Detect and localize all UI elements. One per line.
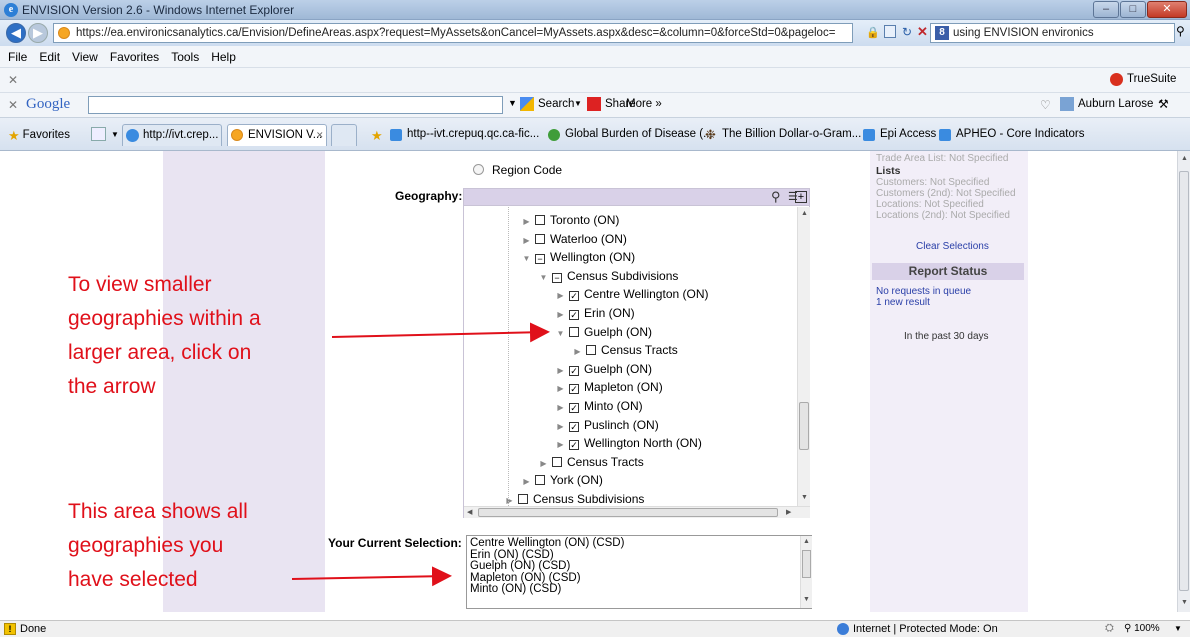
ie-icon: e xyxy=(4,3,18,17)
user-menu[interactable]: Auburn Larose xyxy=(1078,98,1153,110)
stop-icon[interactable]: ✕ xyxy=(917,24,928,40)
warning-icon[interactable]: ! xyxy=(4,623,16,635)
zoom-text[interactable]: ⚲ 100% xyxy=(1124,623,1160,634)
menu-tools[interactable]: Tools xyxy=(165,46,205,64)
envision-favicon-icon xyxy=(231,129,243,141)
truesuite-toolbar: ✕ TrueSuite xyxy=(0,68,1190,93)
internet-zone-icon xyxy=(837,623,849,635)
search-input[interactable]: 8 using ENVISION environics xyxy=(930,23,1175,43)
address-input[interactable]: https://ea.environicsanalytics.ca/Envisi… xyxy=(53,23,853,43)
menu-bar: File Edit View Favorites Tools Help xyxy=(0,46,1190,68)
truesuite-icon xyxy=(1110,73,1123,86)
address-toolbar: ◀ ▶ https://ea.environicsanalytics.ca/En… xyxy=(0,20,1190,46)
maximize-button[interactable]: □ xyxy=(1120,1,1146,18)
window-title: ENVISION Version 2.6 - Windows Internet … xyxy=(22,3,295,17)
favorites-button[interactable]: ★ Favorites xyxy=(8,128,70,143)
fav-link-ivt[interactable]: http--ivt.crepuq.qc.ca-fic... xyxy=(407,128,539,140)
arrow-to-tree xyxy=(331,322,550,343)
page-icon xyxy=(390,129,402,141)
zoom-dropdown-icon[interactable]: ▼ xyxy=(1174,624,1182,633)
chevron-down-icon[interactable]: ▼ xyxy=(508,98,517,108)
google-toolbar: ✕ Google ▼ Search ▼ Share More » ♡ Aubur… xyxy=(0,93,1190,118)
more-button[interactable]: More » xyxy=(626,98,662,110)
fav-link-billion[interactable]: The Billion Dollar-o-Gram... xyxy=(722,128,861,140)
gear-icon: ❉ xyxy=(705,127,716,142)
forward-icon[interactable]: ▶ xyxy=(28,23,48,43)
favorites-bar: ★ Favorites ▼ http://ivt.crep... ENVISION… xyxy=(0,118,1190,151)
avatar xyxy=(1060,97,1074,111)
window-titlebar: e ENVISION Version 2.6 - Windows Interne… xyxy=(0,0,1190,20)
apheo-page-icon xyxy=(939,129,951,141)
new-tab-button[interactable] xyxy=(331,124,357,146)
google-toolbar-close-icon[interactable]: ✕ xyxy=(8,98,18,112)
toolbar-close-icon[interactable]: ✕ xyxy=(8,73,18,87)
menu-file[interactable]: File xyxy=(0,46,33,64)
search-dropdown-icon[interactable]: ▼ xyxy=(574,99,582,108)
wrench-icon[interactable]: ⚒ xyxy=(1158,97,1169,111)
status-text: Done xyxy=(20,623,47,635)
menu-help[interactable]: Help xyxy=(205,46,242,64)
globe-icon xyxy=(548,129,560,141)
close-button[interactable]: ✕ xyxy=(1147,1,1187,18)
zone-text: Internet | Protected Mode: On xyxy=(853,623,998,635)
ie-page-icon xyxy=(126,129,139,142)
star-icon: ★ xyxy=(8,128,20,143)
google-search-input[interactable] xyxy=(88,96,503,114)
google-logo: Google xyxy=(26,96,71,112)
status-bar: ! Done Internet | Protected Mode: On ⛭ ⚲… xyxy=(0,620,1190,637)
fav-link-gbd[interactable]: Global Burden of Disease (... xyxy=(565,128,713,140)
tab-list-icon[interactable]: ▼ xyxy=(111,130,119,139)
refresh-icon[interactable]: ↻ xyxy=(902,25,912,39)
menu-favorites[interactable]: Favorites xyxy=(104,46,165,64)
share-icon xyxy=(587,97,601,111)
truesuite-menu[interactable]: TrueSuite xyxy=(1127,73,1176,85)
arrow-to-selection xyxy=(291,566,452,587)
google-search-button[interactable]: Search xyxy=(538,98,574,110)
compat-view-icon[interactable] xyxy=(884,25,896,38)
minimize-button[interactable]: – xyxy=(1093,1,1119,18)
menu-edit[interactable]: Edit xyxy=(33,46,66,64)
security-icon[interactable]: ⛭ xyxy=(1105,622,1114,635)
fav-link-apheo[interactable]: APHEO - Core Indicators xyxy=(956,128,1084,140)
epi-page-icon xyxy=(863,129,875,141)
fav-link-epi[interactable]: Epi Access xyxy=(880,128,936,140)
search-provider-icon: 8 xyxy=(935,26,949,40)
menu-view[interactable]: View xyxy=(66,46,104,64)
back-icon[interactable]: ◀ xyxy=(6,23,26,43)
search-icon[interactable]: ⚲ xyxy=(1176,24,1185,38)
page-scrollbar[interactable]: ▲ ▼ xyxy=(1177,151,1190,612)
annotation-arrows xyxy=(291,322,550,587)
tab-close-icon[interactable]: ✕ xyxy=(316,130,324,141)
site-favicon-icon xyxy=(58,27,70,39)
add-favorite-icon[interactable]: ★ xyxy=(371,128,383,144)
page-scroll-thumb[interactable] xyxy=(1179,171,1189,591)
page-content: Trade Area List: Not Specified Lists Cus… xyxy=(0,151,1177,612)
lock-icon[interactable]: 🔒 xyxy=(866,26,880,39)
google-search-icon xyxy=(520,97,534,111)
bell-icon[interactable]: ♡ xyxy=(1040,98,1051,112)
quick-tabs-icon[interactable] xyxy=(91,127,106,141)
